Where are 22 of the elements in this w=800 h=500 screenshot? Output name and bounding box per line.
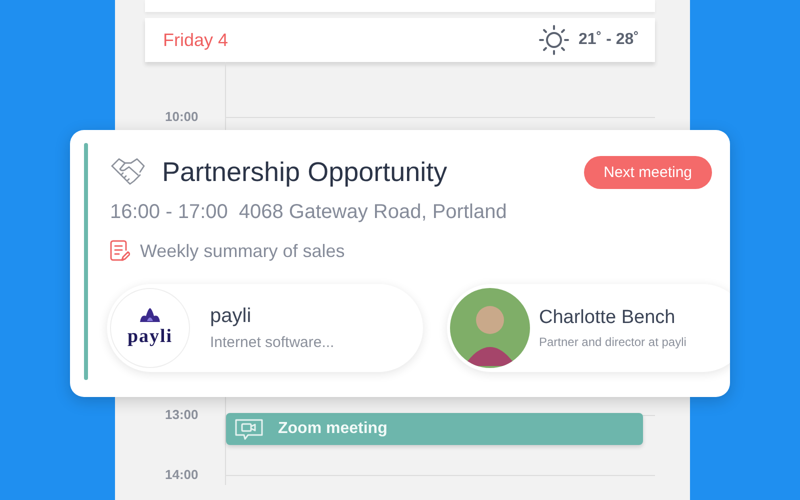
company-description: Internet software...: [210, 334, 334, 351]
contact-chip[interactable]: Charlotte Bench Partner and director at payli: [447, 284, 730, 372]
meeting-location: 4068 Gateway Road, Portland: [238, 201, 507, 224]
meeting-note: Weekly summary of sales: [140, 240, 345, 262]
note-icon: [110, 240, 130, 262]
meeting-title: Partnership Opportunity: [162, 156, 448, 188]
contact-role: Partner and director at payli: [539, 335, 686, 349]
meeting-time: 16:00 - 17:00: [110, 201, 228, 224]
contact-name: Charlotte Bench: [539, 307, 676, 329]
day-label: Friday 4: [163, 30, 228, 50]
lotus-icon: [138, 308, 162, 324]
meeting-card[interactable]: Partnership Opportunity Next meeting 16:00 - 17:00 4068 Gateway Road, Portland Weekly summary of sales payli payli Internet software... Charlotte Bench Partner and director at payli: [70, 130, 730, 397]
hour-label: 10:00: [164, 108, 198, 126]
company-name: payli: [210, 305, 252, 328]
company-chip[interactable]: payli payli Internet software...: [107, 284, 423, 372]
hour-label: 13:00: [164, 406, 198, 424]
next-meeting-badge: Next meeting: [584, 156, 712, 188]
video-chat-icon: [234, 417, 264, 441]
logo-wordmark: payli: [127, 326, 173, 348]
hour-label: 14:00: [164, 466, 198, 484]
sun-icon: [538, 25, 569, 55]
temperature-range: 21˚ - 28˚: [578, 31, 639, 49]
